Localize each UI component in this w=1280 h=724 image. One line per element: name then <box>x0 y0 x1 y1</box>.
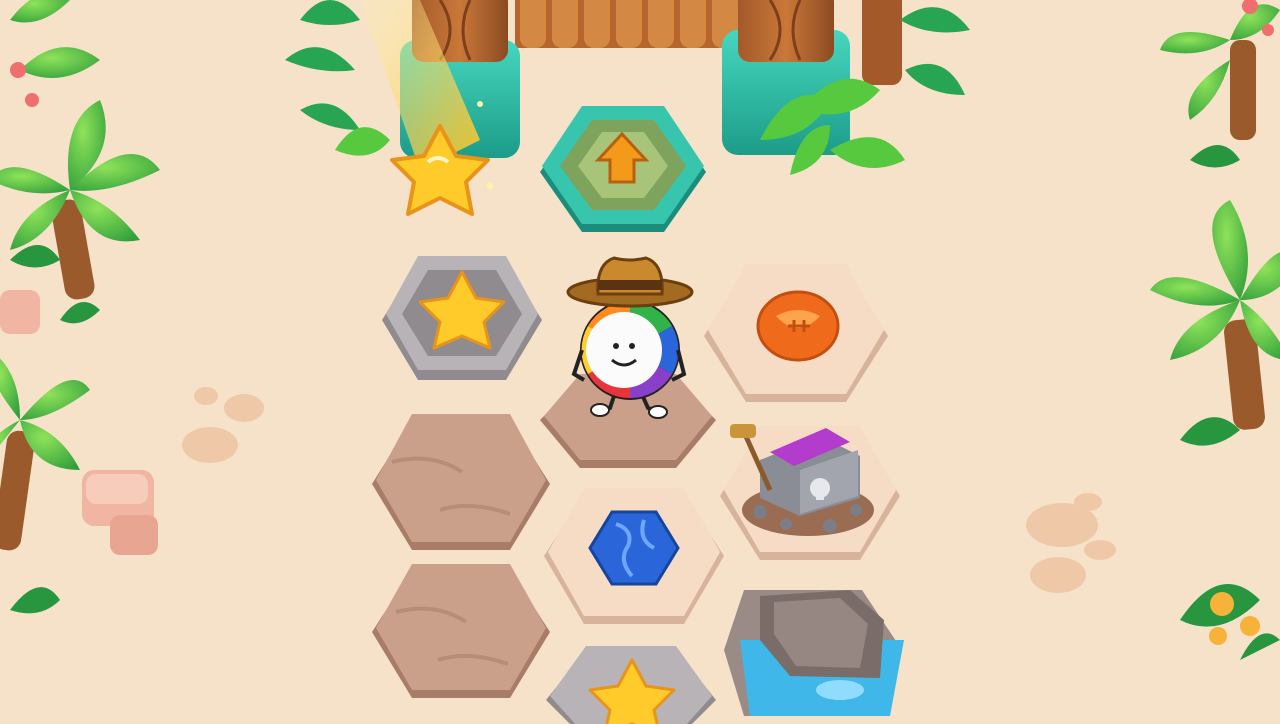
football-icon <box>756 290 840 362</box>
tile-sports[interactable] <box>704 264 888 402</box>
tile-star-1[interactable] <box>382 256 542 380</box>
character-avatar-icon <box>566 256 694 419</box>
category-wheel <box>580 300 680 400</box>
tile-empty-2[interactable] <box>372 564 550 698</box>
tile-star-2[interactable] <box>546 646 716 724</box>
cowboy-hat <box>566 256 694 308</box>
tile-empty-1[interactable] <box>372 414 550 550</box>
tile-treasure[interactable] <box>720 424 900 560</box>
player-character[interactable] <box>560 250 700 430</box>
tile-water[interactable] <box>724 590 904 716</box>
tile-geography[interactable] <box>544 488 724 624</box>
tile-exit-arrow[interactable] <box>540 106 706 232</box>
falling-star-svg <box>360 0 493 216</box>
falling-star <box>340 0 510 240</box>
